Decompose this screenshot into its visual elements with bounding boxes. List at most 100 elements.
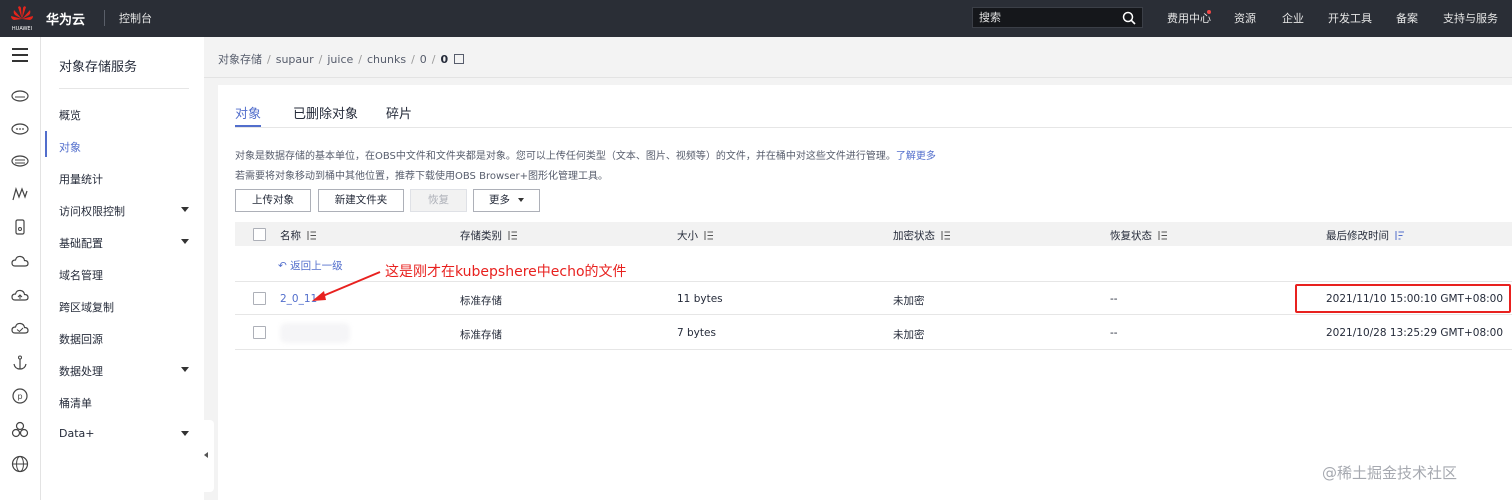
sidebar-item-overview[interactable]: 概览 <box>59 107 81 123</box>
copy-icon[interactable] <box>454 54 465 64</box>
sidebar-item-back-to-source[interactable]: 数据回源 <box>59 331 103 347</box>
chevron-down-icon[interactable] <box>181 367 189 372</box>
cloud-icon[interactable] <box>11 120 29 138</box>
nav-resources[interactable]: 资源 <box>1234 10 1256 26</box>
sidebar-item-domains[interactable]: 域名管理 <box>59 267 103 283</box>
divider <box>204 77 1512 78</box>
new-folder-button[interactable]: 新建文件夹 <box>318 189 404 212</box>
encryption-cell: 未加密 <box>893 329 925 341</box>
size-cell: 7 bytes <box>677 327 716 339</box>
storage-class-cell: 标准存储 <box>460 329 502 341</box>
coin-icon[interactable]: p <box>11 387 29 405</box>
notification-dot <box>1207 10 1211 14</box>
breadcrumb-item[interactable]: 对象存储 <box>218 53 262 66</box>
breadcrumb-item[interactable]: juice <box>327 53 353 66</box>
tab-fragments[interactable]: 碎片 <box>386 103 412 122</box>
top-bar: HUAWEI 华为云 控制台 费用中心 资源 企业 开发工具 备案 支持与服务 <box>0 0 1512 37</box>
cluster-icon[interactable] <box>11 421 29 439</box>
sidebar-item-replication[interactable]: 跨区域复制 <box>59 299 114 315</box>
chevron-down-icon[interactable] <box>181 431 189 436</box>
divider <box>104 10 105 26</box>
search-icon[interactable] <box>1122 11 1136 25</box>
description-line-1: 对象是数据存储的基本单位，在OBS中文件和文件夹都是对象。您可以上传任何类型（文… <box>235 151 936 162</box>
anchor-icon[interactable] <box>11 354 29 372</box>
sidebar-item-inventory[interactable]: 桶清单 <box>59 395 92 411</box>
database-icon[interactable] <box>11 152 29 170</box>
nav-support[interactable]: 支持与服务 <box>1443 10 1498 26</box>
watermark: @稀土掘金技术社区 <box>1322 464 1458 482</box>
column-header-restore-status[interactable]: 恢复状态 <box>1110 228 1167 243</box>
storage-class-cell: 标准存储 <box>460 295 502 307</box>
chart-icon[interactable] <box>11 185 29 203</box>
sort-desc-icon[interactable] <box>1395 231 1404 240</box>
cloud-outline-icon[interactable] <box>11 253 29 271</box>
nav-billing[interactable]: 费用中心 <box>1167 10 1211 26</box>
brand-name[interactable]: 华为云 <box>46 9 85 28</box>
size-cell: 11 bytes <box>677 293 723 305</box>
console-link[interactable]: 控制台 <box>119 10 152 26</box>
tab-objects[interactable]: 对象 <box>235 103 261 122</box>
encryption-cell: 未加密 <box>893 295 925 307</box>
globe-icon[interactable] <box>11 455 29 473</box>
breadcrumb-current: 0 <box>440 53 449 66</box>
select-all-checkbox[interactable] <box>253 228 266 241</box>
chevron-down-icon <box>518 198 524 202</box>
last-modified-cell: 2021/10/28 13:25:29 GMT+08:00 <box>1326 327 1504 339</box>
description-line-2: 若需要将对象移动到桶中其他位置，推荐下载使用OBS Browser+图形化管理工… <box>235 171 608 182</box>
service-rail: p <box>0 37 41 500</box>
redacted-object-name <box>280 323 350 343</box>
collapse-sidebar-handle[interactable] <box>200 420 214 492</box>
breadcrumb-item[interactable]: chunks <box>367 53 406 66</box>
breadcrumb-item[interactable]: supaur <box>276 53 314 66</box>
column-header-storage-class[interactable]: 存储类别 <box>460 228 517 243</box>
side-menu: 对象存储服务 概览 对象 用量统计 访问权限控制 基础配置 域名管理 跨区域复制… <box>41 37 204 500</box>
sidebar-item-usage[interactable]: 用量统计 <box>59 171 103 187</box>
annotation-arrow <box>312 271 381 301</box>
row-checkbox[interactable] <box>253 292 266 305</box>
sort-icon[interactable] <box>508 231 517 240</box>
more-label: 更多 <box>489 194 510 206</box>
chevron-down-icon[interactable] <box>181 239 189 244</box>
sidebar-item-data-processing[interactable]: 数据处理 <box>59 363 103 379</box>
tab-deleted-objects[interactable]: 已删除对象 <box>293 103 358 122</box>
breadcrumb-item[interactable]: 0 <box>420 53 427 66</box>
cloud-upload-icon[interactable] <box>11 287 29 305</box>
row-checkbox[interactable] <box>253 326 266 339</box>
more-button[interactable]: 更多 <box>473 189 540 212</box>
menu-icon[interactable] <box>12 48 28 62</box>
column-header-name[interactable]: 名称 <box>280 228 316 243</box>
nav-enterprise[interactable]: 企业 <box>1282 10 1304 26</box>
svg-text:HUAWEI: HUAWEI <box>12 26 32 32</box>
sidebar-item-access-control[interactable]: 访问权限控制 <box>59 203 125 219</box>
learn-more-link[interactable]: 了解更多 <box>896 151 936 162</box>
sidebar-item-basic-config[interactable]: 基础配置 <box>59 235 103 251</box>
phone-icon[interactable] <box>11 218 29 236</box>
sort-icon[interactable] <box>941 231 950 240</box>
sidebar-item-objects[interactable]: 对象 <box>59 139 81 155</box>
nav-filing[interactable]: 备案 <box>1396 10 1418 26</box>
search-input[interactable] <box>979 10 1119 25</box>
table-row[interactable]: 标准存储 7 bytes 未加密 -- 2021/10/28 13:25:29 … <box>235 316 1512 350</box>
nav-devtools[interactable]: 开发工具 <box>1328 10 1372 26</box>
service-title: 对象存储服务 <box>59 60 138 75</box>
sort-icon[interactable] <box>704 231 713 240</box>
restore-button[interactable]: 恢复 <box>410 189 467 212</box>
huawei-logo[interactable]: HUAWEI <box>8 4 36 34</box>
search-box[interactable] <box>972 7 1143 28</box>
sort-icon[interactable] <box>307 231 316 240</box>
table-header: 名称 存储类别 大小 加密状态 恢复状态 最后修改时间 <box>235 222 1512 246</box>
cloud-server-icon[interactable] <box>11 87 29 105</box>
chevron-left-icon <box>204 452 208 458</box>
chevron-down-icon[interactable] <box>181 207 189 212</box>
divider <box>59 88 189 89</box>
divider <box>235 127 1512 128</box>
column-header-last-modified[interactable]: 最后修改时间 <box>1326 228 1404 243</box>
upload-object-button[interactable]: 上传对象 <box>235 189 311 212</box>
cloud-check-icon[interactable] <box>11 320 29 338</box>
sort-icon[interactable] <box>1158 231 1167 240</box>
sidebar-item-data-plus[interactable]: Data+ <box>59 427 94 440</box>
column-header-encryption[interactable]: 加密状态 <box>893 228 950 243</box>
column-header-size[interactable]: 大小 <box>677 228 713 243</box>
annotation-highlight-box <box>1295 284 1511 313</box>
svg-text:p: p <box>17 392 22 401</box>
